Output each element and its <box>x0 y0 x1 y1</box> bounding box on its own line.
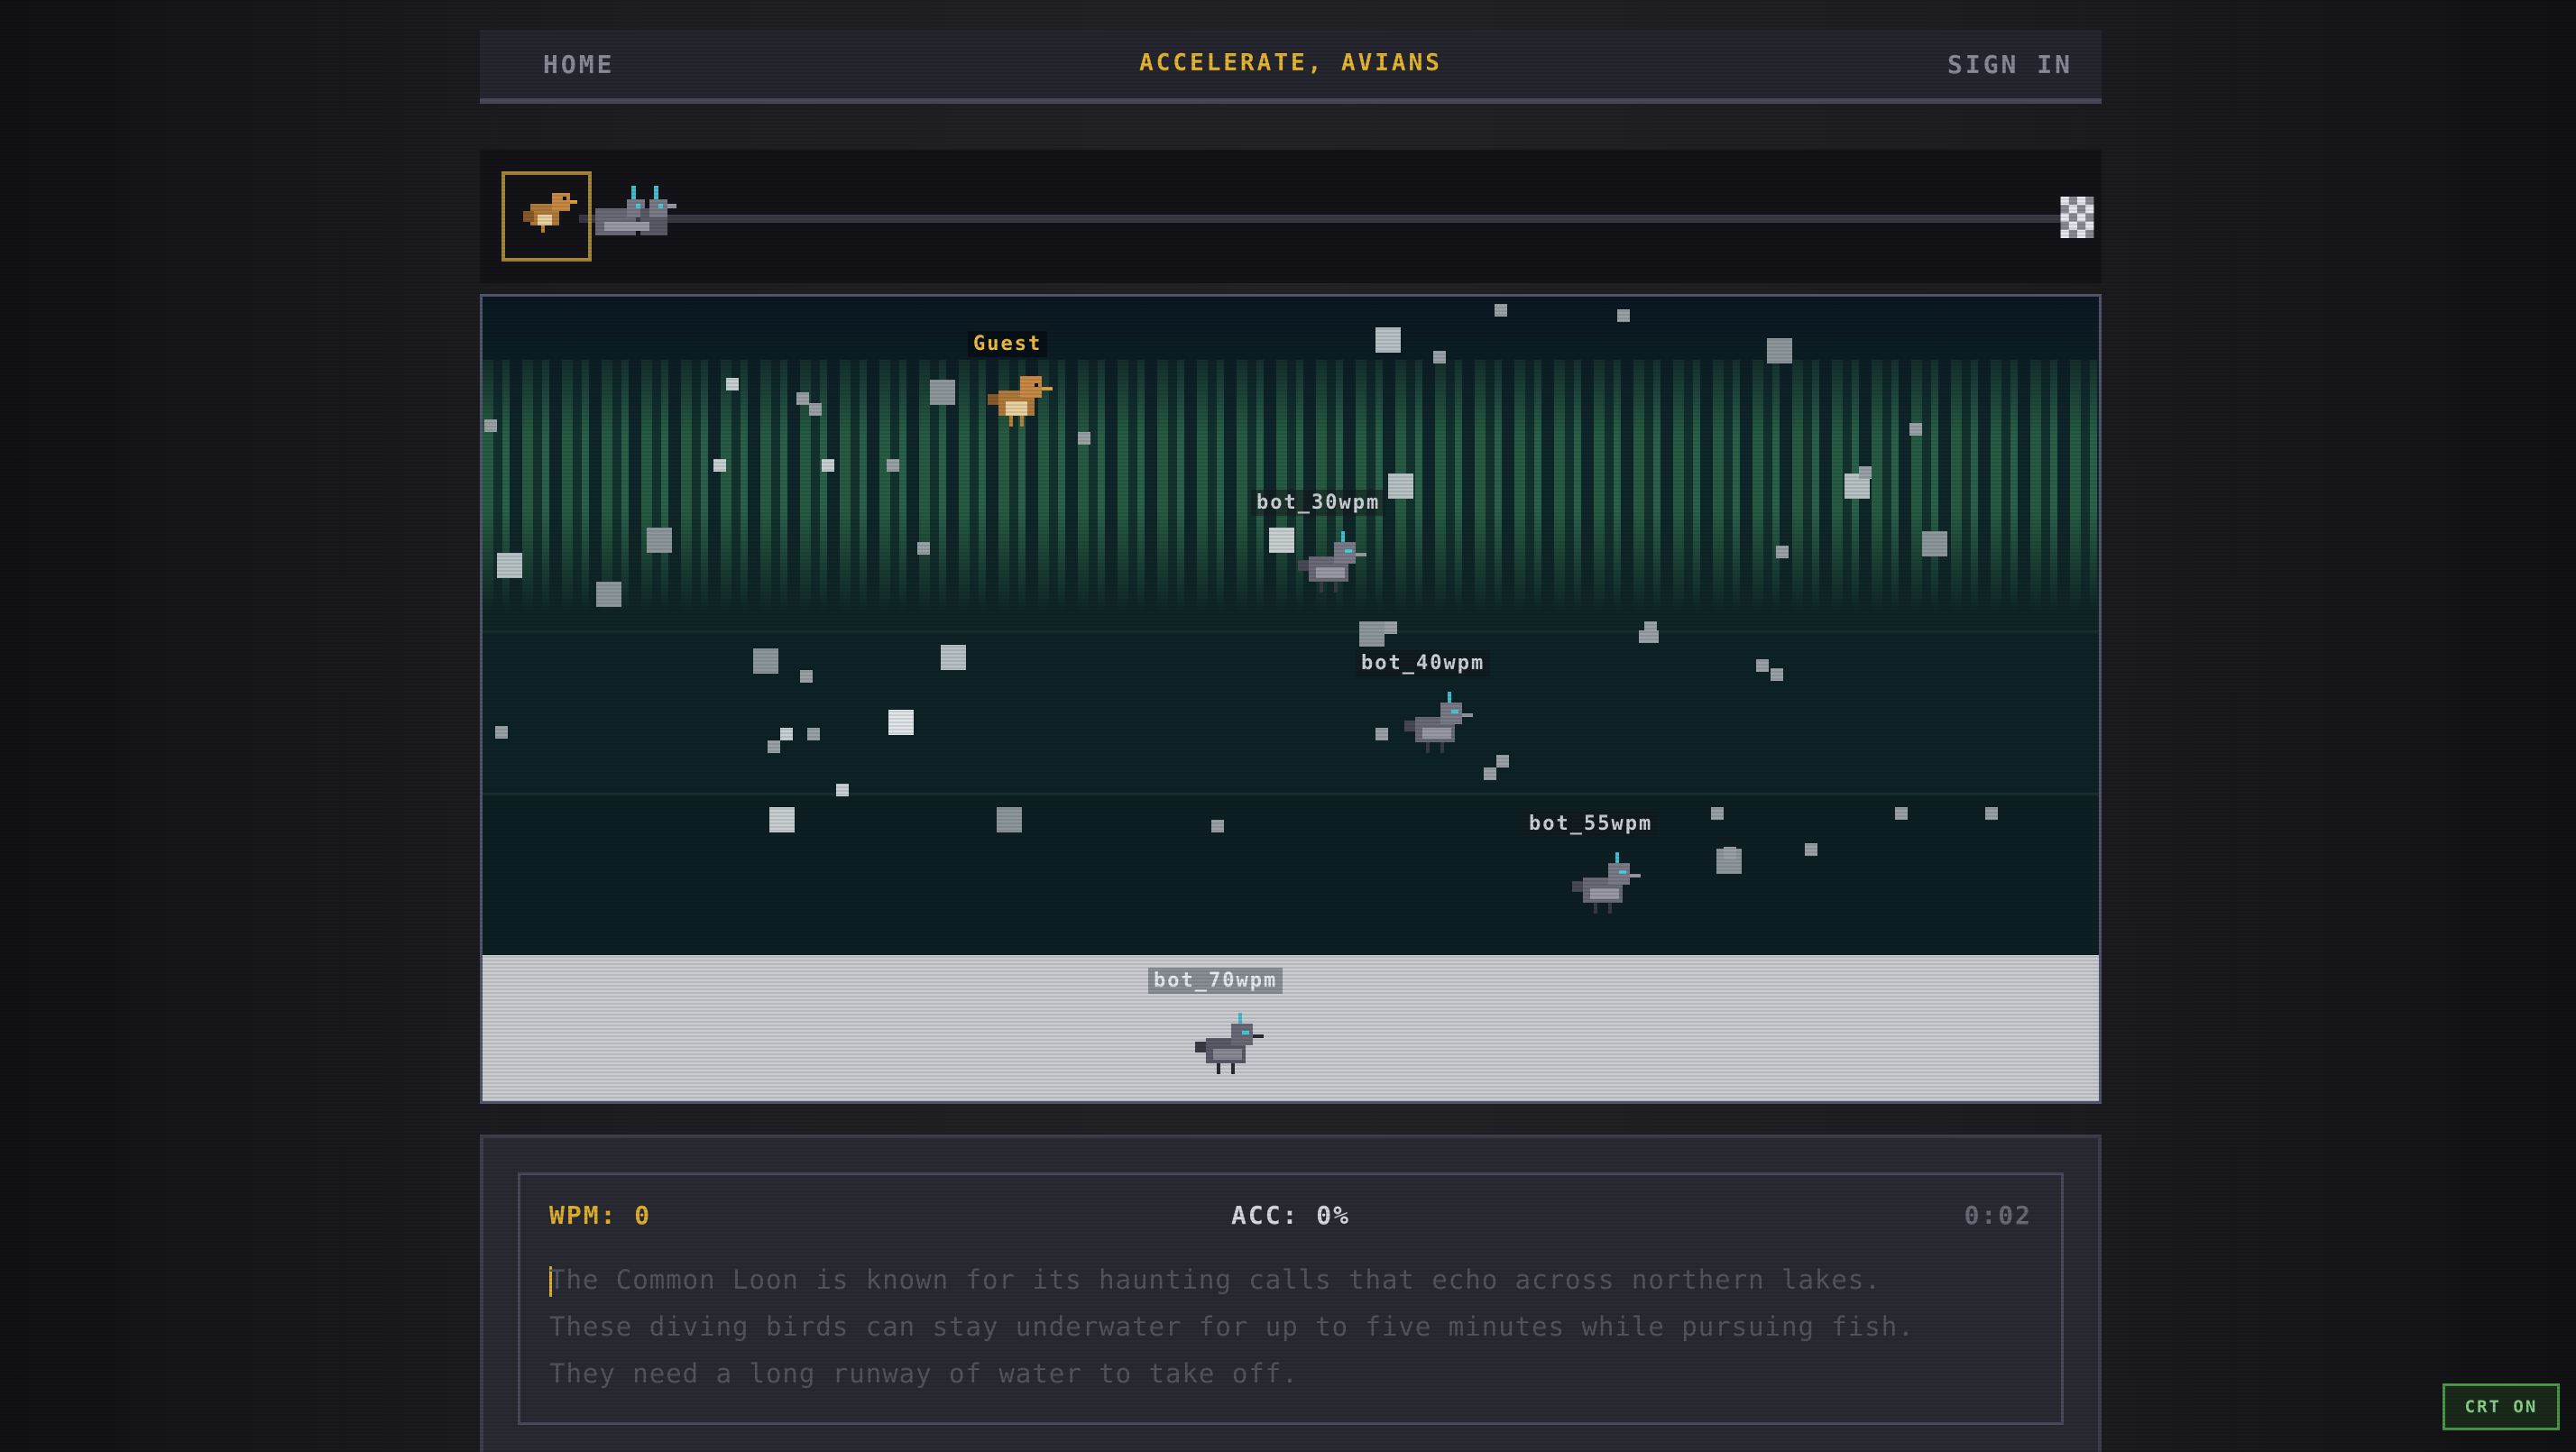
snowflake <box>495 726 508 739</box>
snowflake <box>1359 621 1385 647</box>
typing-panel: WPM: 0 ACC: 0% 0:02 The Common Loon is k… <box>480 1135 2102 1452</box>
snowflake <box>753 648 778 674</box>
lane-2 <box>483 630 2099 795</box>
snowflake <box>647 528 672 553</box>
snowflake <box>1985 807 1998 820</box>
progress-rail <box>579 215 2075 223</box>
snowflake <box>1909 423 1922 436</box>
snowflake <box>726 378 739 391</box>
snowflake <box>1859 466 1872 479</box>
snowflake <box>1895 807 1908 820</box>
racer-label-bot-55wpm: bot_55wpm <box>1523 811 1659 837</box>
snowflake <box>836 784 849 796</box>
snowflake <box>809 403 822 416</box>
snowflake <box>1388 473 1413 499</box>
snowflake <box>768 740 780 753</box>
race-scene: Guest bot_30wpm bot_40wpm bot_55wpm bot_… <box>480 294 2102 1104</box>
passage-line-1: The Common Loon is known for its hauntin… <box>549 1264 1881 1295</box>
snowflake <box>1375 728 1388 740</box>
snowflake <box>1711 807 1724 820</box>
snowflake <box>917 542 930 555</box>
snowflake <box>822 459 834 472</box>
race-timer: 0:02 <box>1964 1200 2032 1230</box>
passage-line-2: These diving birds can stay underwater f… <box>549 1311 1915 1342</box>
crt-toggle-button[interactable]: CRT ON <box>2443 1383 2560 1430</box>
snowflake <box>1484 767 1496 780</box>
snowflake <box>1771 668 1783 681</box>
racer-label-bot-70wpm: bot_70wpm <box>1148 968 1283 994</box>
snowflake <box>888 710 914 735</box>
snowflake <box>1433 351 1446 363</box>
pigeon-icon <box>1404 692 1473 753</box>
passage-line-3: They need a long runway of water to take… <box>549 1358 1299 1389</box>
snowflake <box>1496 755 1509 767</box>
passage-text[interactable]: The Common Loon is known for its hauntin… <box>549 1256 2029 1397</box>
pigeon-icon <box>1195 1013 1264 1074</box>
sign-in-link[interactable]: SIGN IN <box>1947 50 2073 79</box>
accuracy-stat: ACC: 0% <box>1230 1200 1350 1230</box>
snowflake <box>1724 847 1736 859</box>
snowflake <box>1639 630 1651 643</box>
site-title: ACCELERATE, AVIANS <box>1139 50 1442 77</box>
snowflake <box>941 645 966 670</box>
snowflake <box>1922 531 1947 556</box>
sparrow-icon <box>523 193 577 233</box>
snowflake <box>1385 621 1397 634</box>
snowflake <box>769 807 795 832</box>
checkered-flag-icon <box>2060 197 2094 238</box>
race-progress-track <box>480 150 2102 283</box>
lane-3 <box>483 793 2099 958</box>
racer-label-bot-40wpm: bot_40wpm <box>1356 650 1491 676</box>
snowflake <box>713 459 726 472</box>
snowflake <box>887 459 899 472</box>
snowflake <box>1375 327 1401 353</box>
racer-label-guest: Guest <box>968 331 1048 357</box>
pigeon-icon <box>1298 531 1366 593</box>
snowflake <box>1211 820 1224 832</box>
sparrow-icon <box>988 376 1053 427</box>
racer-label-bot-30wpm: bot_30wpm <box>1251 490 1386 516</box>
top-nav: HOME ACCELERATE, AVIANS SIGN IN <box>480 30 2102 104</box>
snowflake <box>796 392 809 405</box>
snowflake <box>807 728 820 740</box>
snowflake <box>930 380 955 405</box>
snowflake <box>1617 309 1630 322</box>
snowflake <box>1776 546 1789 558</box>
snowflake <box>497 553 522 578</box>
passage-line: The Common Loon is known for its hauntin… <box>549 1256 2029 1303</box>
pigeon-icon <box>595 186 676 235</box>
snowflake <box>1805 843 1817 856</box>
snowflake <box>997 807 1022 832</box>
snowflake <box>1495 304 1507 317</box>
player-progress-marker <box>501 171 592 262</box>
snowflake <box>1767 338 1792 363</box>
snowflake <box>484 419 497 432</box>
snowflake <box>1078 432 1090 445</box>
pigeon-icon <box>1572 852 1641 914</box>
snowflake <box>800 670 813 683</box>
snowflake <box>1756 659 1769 672</box>
lane-4-active <box>483 955 2099 1101</box>
typing-area[interactable]: WPM: 0 ACC: 0% 0:02 The Common Loon is k… <box>518 1172 2064 1425</box>
snowflake <box>596 582 621 607</box>
snowflake <box>780 728 793 740</box>
